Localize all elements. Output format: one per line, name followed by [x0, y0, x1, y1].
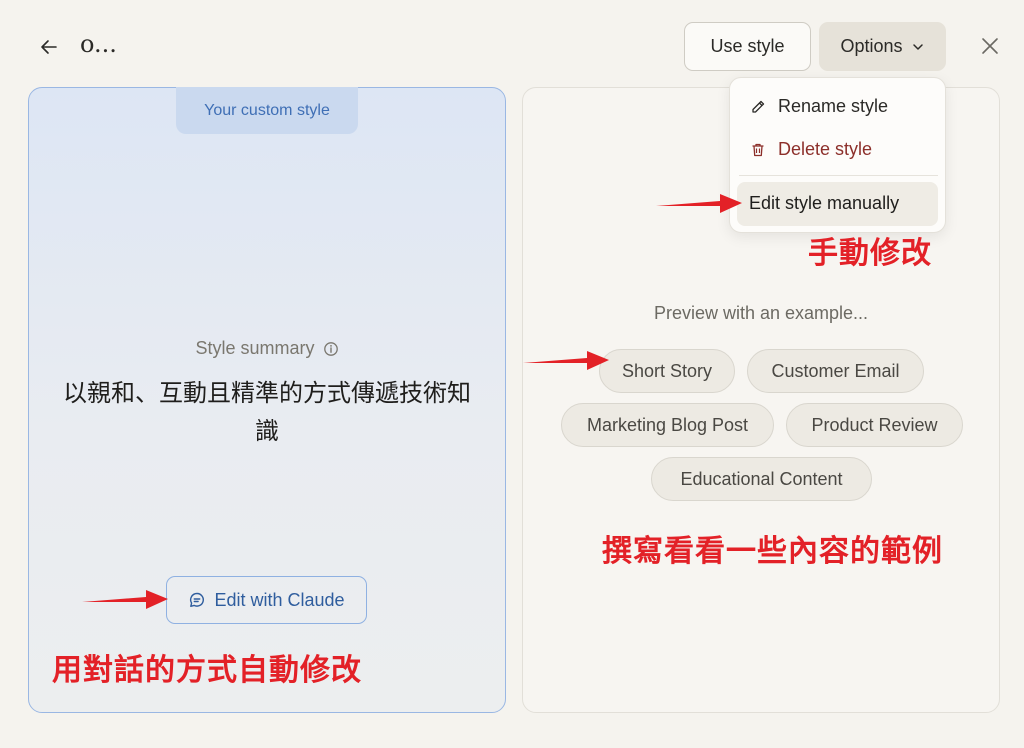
- menu-item-rename-style[interactable]: Rename style: [750, 96, 888, 117]
- custom-style-tag: Your custom style: [176, 87, 358, 134]
- close-button[interactable]: [974, 30, 1006, 62]
- arrow-left-icon: [39, 37, 59, 57]
- chip-label: Customer Email: [771, 360, 900, 381]
- menu-item-edit-style-manually[interactable]: Edit style manually: [737, 182, 938, 226]
- annotation-arrow-icon: [656, 194, 742, 213]
- edit-with-claude-label: Edit with Claude: [214, 589, 345, 610]
- example-chip-short-story[interactable]: Short Story: [599, 349, 735, 393]
- style-summary-label: Style summary: [195, 338, 315, 358]
- annotation-manual-edit: 手動修改: [808, 236, 932, 271]
- menu-item-label: Delete style: [778, 139, 873, 159]
- annotation-arrow-icon: [523, 351, 609, 370]
- options-button[interactable]: Options: [819, 22, 946, 71]
- style-summary-text: 以親和、互動且精準的方式傳遞技術知識: [63, 379, 471, 445]
- menu-item-delete-style[interactable]: Delete style: [750, 139, 872, 160]
- close-icon: [980, 36, 1000, 56]
- style-summary-header: Style summary: [28, 338, 506, 359]
- example-chip-product-review[interactable]: Product Review: [786, 403, 963, 447]
- info-icon[interactable]: [323, 341, 339, 357]
- example-chip-customer-email[interactable]: Customer Email: [747, 349, 924, 393]
- annotation-examples: 撰寫看看一些內容的範例: [602, 534, 943, 569]
- style-title: o...: [80, 30, 117, 58]
- use-style-label: Use style: [710, 36, 785, 56]
- chip-label: Product Review: [811, 414, 938, 435]
- annotation-chat-edit: 用對話的方式自動修改: [52, 653, 362, 688]
- menu-divider: [739, 175, 938, 176]
- annotation-arrow-icon: [82, 590, 168, 609]
- menu-item-label: Edit style manually: [749, 193, 900, 213]
- trash-icon: [750, 142, 766, 158]
- example-chip-marketing-blog-post[interactable]: Marketing Blog Post: [561, 403, 774, 447]
- preview-label: Preview with an example...: [653, 303, 869, 323]
- use-style-button[interactable]: Use style: [684, 22, 811, 71]
- example-chip-educational-content[interactable]: Educational Content: [651, 457, 872, 501]
- pencil-icon: [750, 99, 766, 115]
- chip-label: Short Story: [621, 360, 713, 381]
- chat-bubble-icon: [188, 591, 206, 609]
- options-menu: Rename style Delete style Edit style man…: [729, 77, 946, 233]
- edit-with-claude-button[interactable]: Edit with Claude: [166, 576, 367, 624]
- menu-item-label: Rename style: [778, 96, 889, 116]
- chip-label: Educational Content: [680, 468, 843, 489]
- options-label: Options: [840, 36, 903, 56]
- chip-label: Marketing Blog Post: [586, 414, 749, 435]
- back-button[interactable]: [32, 30, 66, 64]
- chevron-down-icon: [911, 40, 925, 54]
